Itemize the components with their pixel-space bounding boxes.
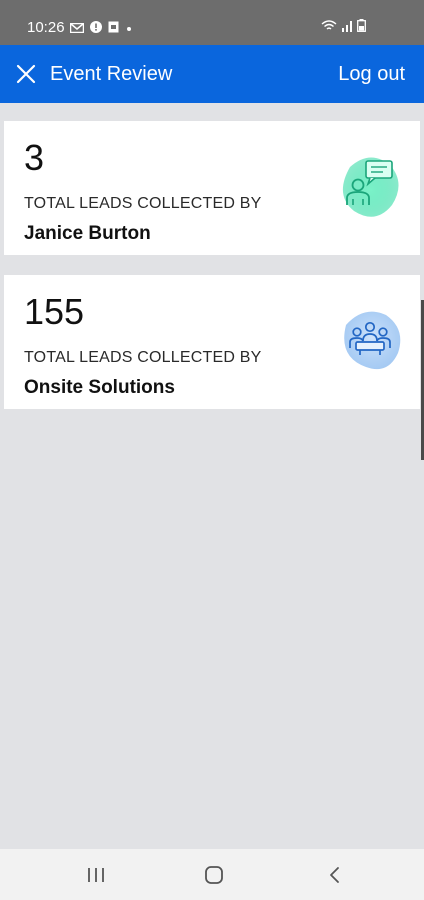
collector-name: Onsite Solutions [24, 377, 175, 398]
alert-icon [90, 20, 102, 38]
wifi-icon [321, 19, 337, 37]
back-icon [330, 867, 339, 883]
page-title: Event Review [50, 63, 173, 85]
close-button[interactable] [14, 62, 38, 86]
sim-icon [108, 20, 119, 38]
lead-caption: TOTAL LEADS COLLECTED BY [24, 349, 262, 366]
app-bar: Event Review Log out [0, 45, 424, 103]
battery-icon [357, 19, 366, 37]
home-button[interactable] [202, 865, 226, 885]
dot-icon [125, 20, 133, 38]
back-button[interactable] [323, 865, 347, 885]
collector-name: Janice Burton [24, 223, 151, 244]
status-time: 10:26 [27, 19, 65, 36]
close-icon [16, 64, 36, 84]
system-nav-bar [0, 849, 424, 900]
status-right-icons [321, 19, 366, 37]
team-meeting-icon [336, 305, 404, 375]
leads-card[interactable]: 155 TOTAL LEADS COLLECTED BY Onsite Solu… [4, 275, 420, 409]
logout-button[interactable]: Log out [338, 63, 405, 86]
status-bar: 10:26 [0, 0, 424, 45]
signal-icon [341, 19, 353, 37]
home-icon [205, 866, 223, 884]
lead-caption: TOTAL LEADS COLLECTED BY [24, 195, 262, 212]
leads-card[interactable]: 3 TOTAL LEADS COLLECTED BY Janice Burton [4, 121, 420, 255]
mail-icon [69, 20, 85, 38]
recents-button[interactable] [84, 865, 108, 885]
leads-list: 3 TOTAL LEADS COLLECTED BY Janice Burton [0, 103, 424, 849]
recents-icon [88, 868, 104, 882]
lead-count: 155 [24, 291, 85, 332]
lead-count: 3 [24, 137, 45, 178]
person-chat-icon [336, 151, 404, 221]
status-left-icons [69, 20, 133, 38]
